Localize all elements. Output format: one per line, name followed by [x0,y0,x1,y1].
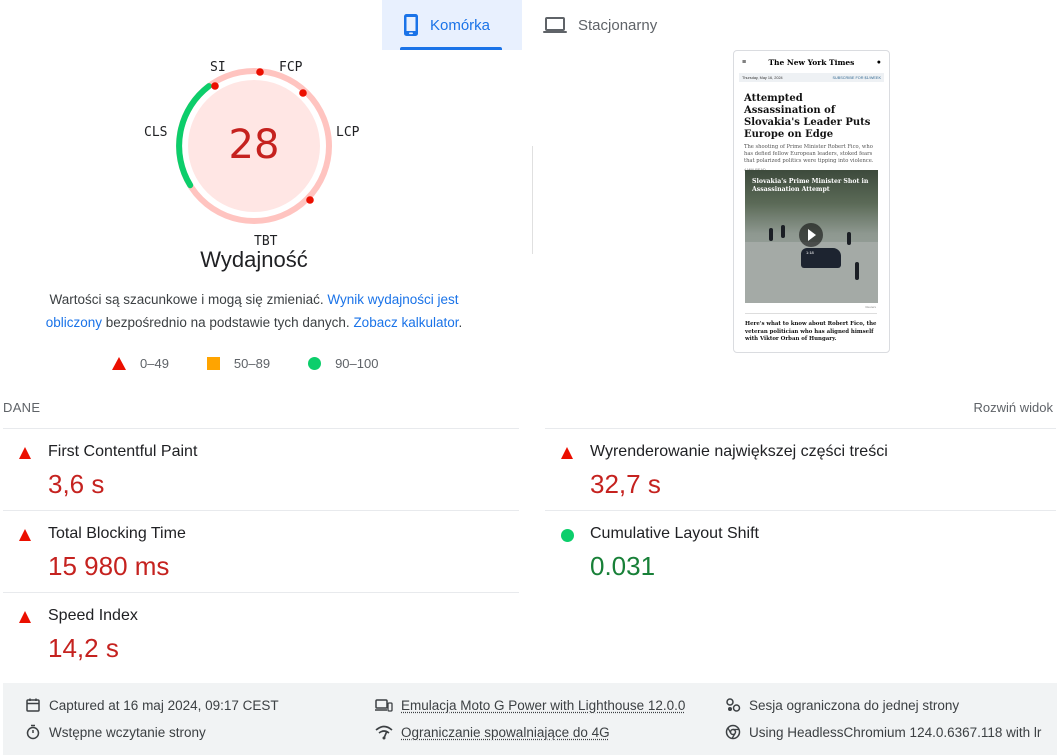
metric-fcp: First Contentful Paint 3,6 s [3,428,519,510]
gauge-label-si: SI [210,60,226,75]
fail-triangle-icon [19,529,31,541]
legend-range-average: 50–89 [233,356,271,371]
screenshot-summary: The shooting of Prime Minister Robert Fi… [744,144,874,164]
emulation-text: Emulacja Moto G Power with Lighthouse 12… [401,697,686,713]
metric-lcp: Wyrenderowanie największej części treści… [545,428,1056,510]
photo-caption: Slovakia's Prime Minister Shot in Assass… [752,178,869,193]
page-screenshot-thumbnail: ≡ The New York Times ● Thursday, May 16,… [733,50,890,353]
play-icon [799,223,823,247]
tab-desktop[interactable]: Stacjonarny [522,0,677,50]
screenshot-bottom-text: Here's what to know about Robert Fico, t… [745,321,877,342]
square-icon [206,357,220,370]
account-icon: ● [876,58,881,66]
screenshot-photo: Slovakia's Prime Minister Shot in Assass… [745,170,878,303]
tab-mobile-label: Komórka [430,16,491,34]
metric-value: 14,2 s [48,633,119,663]
score-legend: 0–49 50–89 90–100 [112,356,378,371]
chrome-icon [725,724,741,740]
gauge-label-lcp: LCP [336,125,360,140]
gauge-marker-fcp [256,68,264,76]
session-icon [726,698,741,712]
metric-name: Cumulative Layout Shift [590,525,759,542]
description-text-1: Wartości są szacunkowe i mogą się zmieni… [49,292,328,307]
photo-person [781,225,785,238]
legend-item-pass: 90–100 [308,356,378,371]
gauge-marker-lcp [299,89,307,97]
gauge-label-fcp: FCP [279,60,303,75]
fail-triangle-icon [19,611,31,623]
screenshot-subscribe: SUBSCRIBE FOR $1/WEEK [832,75,881,80]
metric-name: Total Blocking Time [48,525,186,542]
gauge-marker-si [211,82,219,90]
footer-throttling[interactable]: Ograniczanie spowalniające do 4G [375,724,610,740]
metric-value: 3,6 s [48,469,105,499]
gauge-marker-tbt [306,196,314,204]
footer-session: Sesja ograniczona do jednej strony [725,697,959,713]
triangle-icon [112,357,126,370]
photo-person [855,262,859,280]
metric-si: Speed Index 14,2 s [3,592,519,674]
browser-text: Using HeadlessChromium 124.0.6367.118 wi… [749,724,1042,740]
metric-cls: Cumulative Layout Shift 0.031 [545,510,1056,592]
timer-icon [26,724,40,740]
gauge-title: Wydajność [200,247,308,272]
gauge-label-cls: CLS [144,125,168,140]
legend-range-pass: 90–100 [335,356,379,371]
metrics-section-title: DANE [3,400,41,415]
calculator-link[interactable]: Zobacz kalkulator [353,315,458,330]
metric-value: 32,7 s [590,469,661,499]
run-info-footer: Captured at 16 maj 2024, 09:17 CEST Wstę… [3,683,1057,755]
legend-item-fail: 0–49 [112,356,169,371]
devices-icon [375,699,393,712]
smartphone-icon [404,14,418,36]
description-text-3: . [458,315,463,330]
footer-browser: Using HeadlessChromium 124.0.6367.118 wi… [725,724,1041,740]
tab-mobile[interactable]: Komórka [382,0,522,50]
footer-captured: Captured at 16 maj 2024, 09:17 CEST [25,697,279,713]
session-text: Sesja ograniczona do jednej strony [749,697,960,713]
calendar-icon [26,698,40,712]
performance-score: 28 [228,122,280,168]
throttling-text: Ograniczanie spowalniające do 4G [401,724,610,740]
nyt-logo: The New York Times [768,57,855,67]
metric-value: 15 980 ms [48,551,170,581]
metric-name: Wyrenderowanie największej części treści [590,443,888,460]
photo-credit: Reuters [865,305,876,309]
score-description: Wartości są szacunkowe i mogą się zmieni… [30,288,478,334]
video-time: 1:18 [806,250,814,255]
initial-load-text: Wstępne wczytanie strony [49,724,206,740]
metric-name: Speed Index [48,607,138,624]
laptop-icon [543,17,567,33]
screenshot-headline: Attempted Assassination of Slovakia's Le… [744,93,871,140]
expand-view-toggle[interactable]: Rozwiń widok [974,400,1053,415]
fail-triangle-icon [19,447,31,459]
legend-item-average: 50–89 [206,356,271,371]
tab-desktop-label: Stacjonarny [578,16,658,34]
metric-value: 0.031 [590,551,656,581]
fail-triangle-icon [561,447,573,459]
circle-icon [308,357,322,370]
pass-circle-icon [561,529,574,542]
menu-icon: ≡ [742,58,747,66]
screenshot-date-bar: Thursday, May 16, 2024 SUBSCRIBE FOR $1/… [739,73,884,82]
metric-tbt: Total Blocking Time 15 980 ms [3,510,519,592]
footer-emulation[interactable]: Emulacja Moto G Power with Lighthouse 12… [375,697,685,713]
photo-person [769,228,773,241]
screenshot-header: ≡ The New York Times ● [734,51,889,73]
captured-text: Captured at 16 maj 2024, 09:17 CEST [49,697,279,713]
screenshot-divider [745,313,877,314]
photo-person [847,232,851,245]
metric-name: First Contentful Paint [48,443,198,460]
performance-gauge: 28 SI FCP LCP CLS TBT Wydajność [0,50,520,280]
network-icon [375,725,393,740]
description-text-2: bezpośrednio na podstawie tych danych. [102,315,354,330]
device-tabs: Komórka Stacjonarny [382,0,677,50]
vertical-divider [532,146,533,254]
legend-range-fail: 0–49 [140,356,169,371]
footer-initial-load: Wstępne wczytanie strony [25,724,206,740]
screenshot-date: Thursday, May 16, 2024 [742,75,783,80]
